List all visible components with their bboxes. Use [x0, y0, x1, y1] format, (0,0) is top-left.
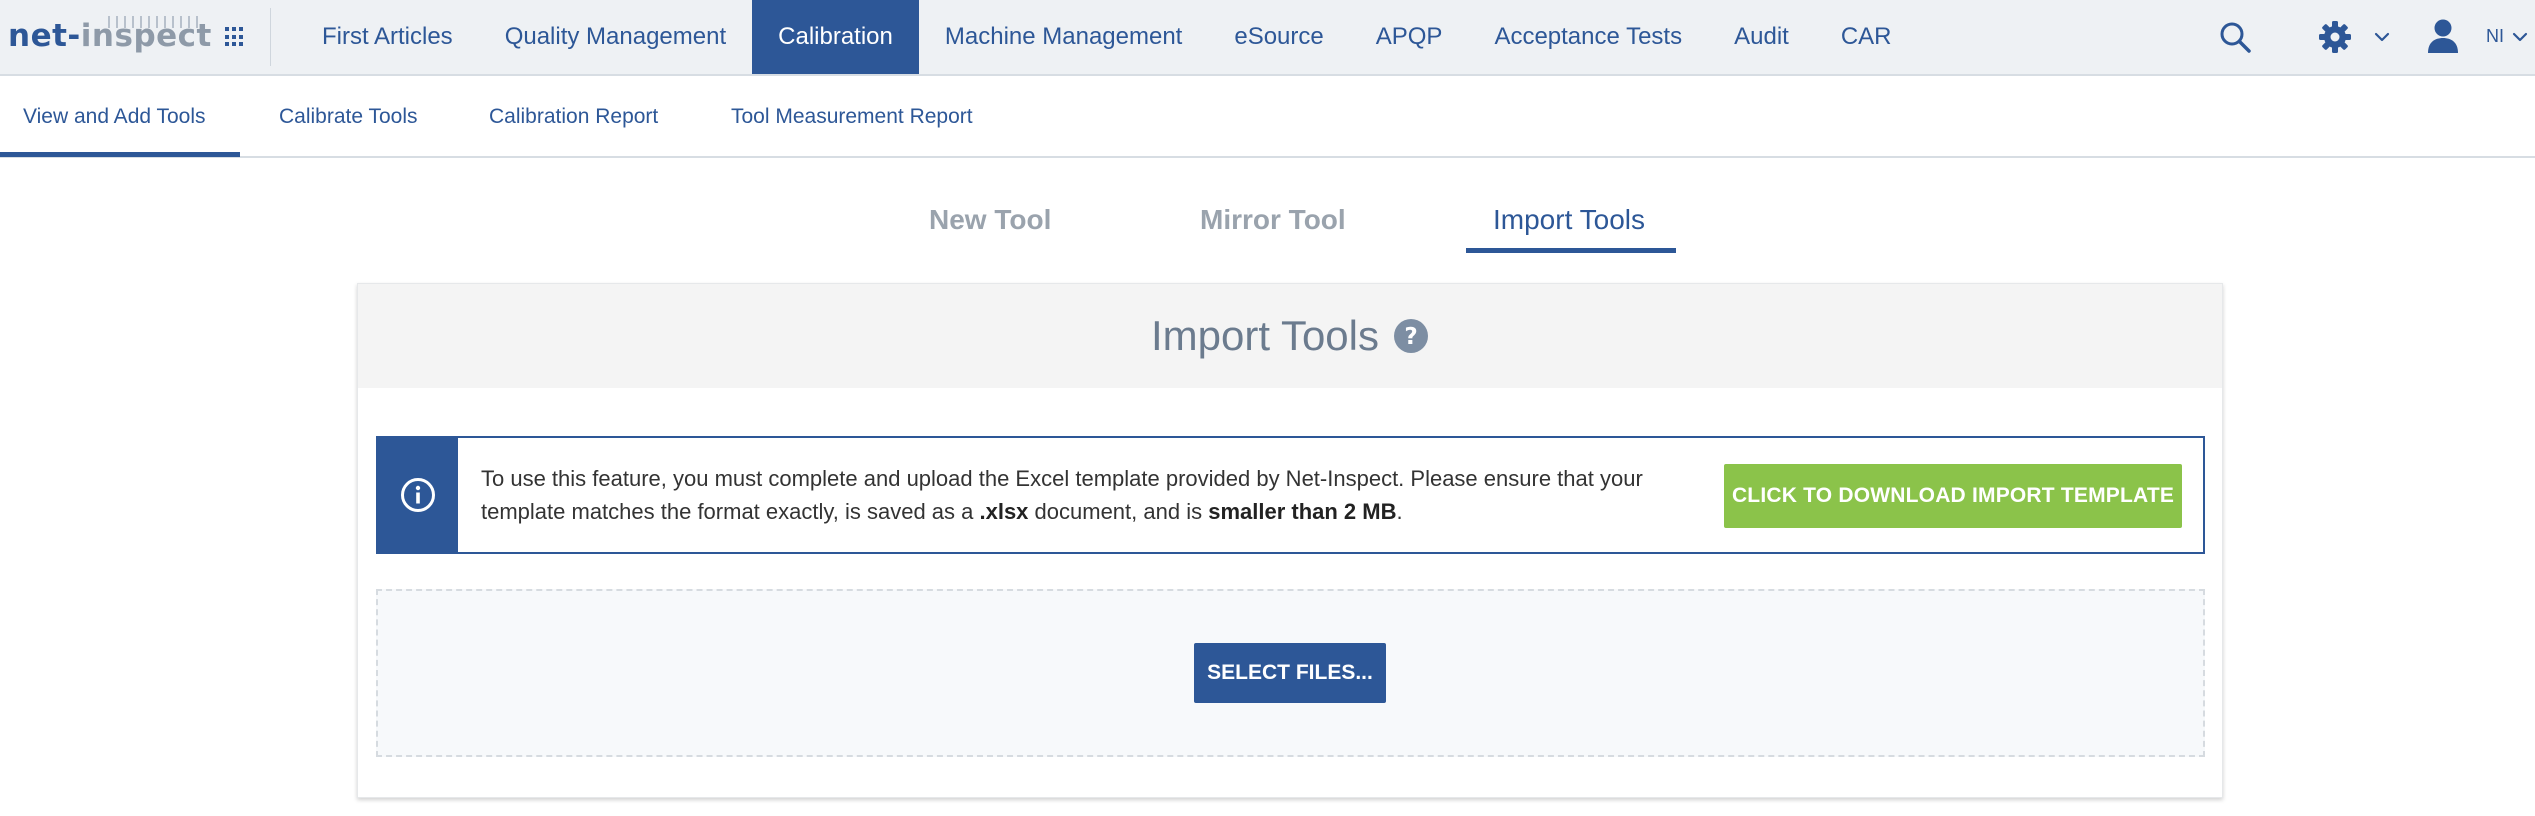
subtab-view-and-add-tools[interactable]: View and Add Tools — [23, 76, 206, 158]
info-notice-text: To use this feature, you must complete a… — [481, 462, 1701, 528]
nav-item-audit[interactable]: Audit — [1708, 0, 1815, 74]
logo-text-dash: - — [67, 18, 81, 54]
info-text-part-e: . — [1396, 499, 1403, 524]
file-dropzone[interactable]: SELECT FILES... — [376, 589, 2205, 757]
info-text-part-c: document, and is — [1028, 499, 1209, 524]
nav-item-first-articles[interactable]: First Articles — [296, 0, 479, 74]
info-icon — [401, 478, 435, 512]
tab-import-tools[interactable]: Import Tools — [1493, 190, 1645, 250]
nav-divider — [270, 8, 271, 66]
user-icon[interactable] — [2426, 18, 2460, 54]
subtab-calibration-report[interactable]: Calibration Report — [489, 76, 658, 158]
panel-title: Import Tools — [1151, 312, 1379, 359]
tab-mirror-tool[interactable]: Mirror Tool — [1200, 190, 1346, 250]
apps-grid-icon[interactable] — [225, 27, 245, 47]
select-files-button[interactable]: SELECT FILES... — [1194, 643, 1386, 703]
info-notice-side — [378, 438, 458, 552]
subtab-calibrate-tools[interactable]: Calibrate Tools — [279, 76, 418, 158]
import-tools-panel: Import Tools ? To use this feature, you … — [357, 283, 2223, 798]
nav-item-calibration[interactable]: Calibration — [752, 0, 919, 74]
download-import-template-button[interactable]: CLICK TO DOWNLOAD IMPORT TEMPLATE — [1724, 464, 2182, 528]
search-icon[interactable] — [2218, 20, 2252, 54]
panel-header: Import Tools ? — [358, 284, 2222, 388]
main-nav-items: First Articles Quality Management Calibr… — [296, 0, 1917, 74]
tab-new-tool[interactable]: New Tool — [929, 190, 1051, 250]
gear-icon[interactable] — [2318, 20, 2352, 54]
nav-item-car[interactable]: CAR — [1815, 0, 1918, 74]
info-text-xlsx: .xlsx — [979, 499, 1029, 524]
logo-tick-marks — [108, 16, 204, 28]
nav-item-apqp[interactable]: APQP — [1350, 0, 1469, 74]
nav-item-quality-management[interactable]: Quality Management — [479, 0, 752, 74]
top-navigation-bar: net - inspect First Articles Quality Manag… — [0, 0, 2535, 76]
svg-text:?: ? — [1404, 324, 1417, 350]
subtab-tool-measurement-report[interactable]: Tool Measurement Report — [731, 76, 973, 158]
chevron-down-icon[interactable] — [2372, 28, 2392, 46]
nav-item-acceptance-tests[interactable]: Acceptance Tests — [1468, 0, 1708, 74]
logo-text-net: net — [8, 18, 68, 54]
info-text-size-limit: smaller than 2 MB — [1208, 499, 1397, 524]
subtab-active-indicator — [0, 152, 240, 157]
net-inspect-logo[interactable]: net - inspect — [8, 14, 212, 58]
user-initials[interactable]: NI — [2486, 26, 2504, 47]
nav-item-machine-management[interactable]: Machine Management — [919, 0, 1208, 74]
tab-active-indicator — [1466, 248, 1676, 253]
help-question-icon[interactable]: ? — [1393, 318, 1429, 354]
user-menu-chevron-icon[interactable] — [2510, 28, 2530, 46]
sub-navigation-bar: View and Add Tools Calibrate Tools Calib… — [0, 76, 2535, 158]
content-tabs: New Tool Mirror Tool Import Tools — [0, 190, 2535, 256]
nav-item-esource[interactable]: eSource — [1208, 0, 1349, 74]
info-notice: To use this feature, you must complete a… — [376, 436, 2205, 554]
